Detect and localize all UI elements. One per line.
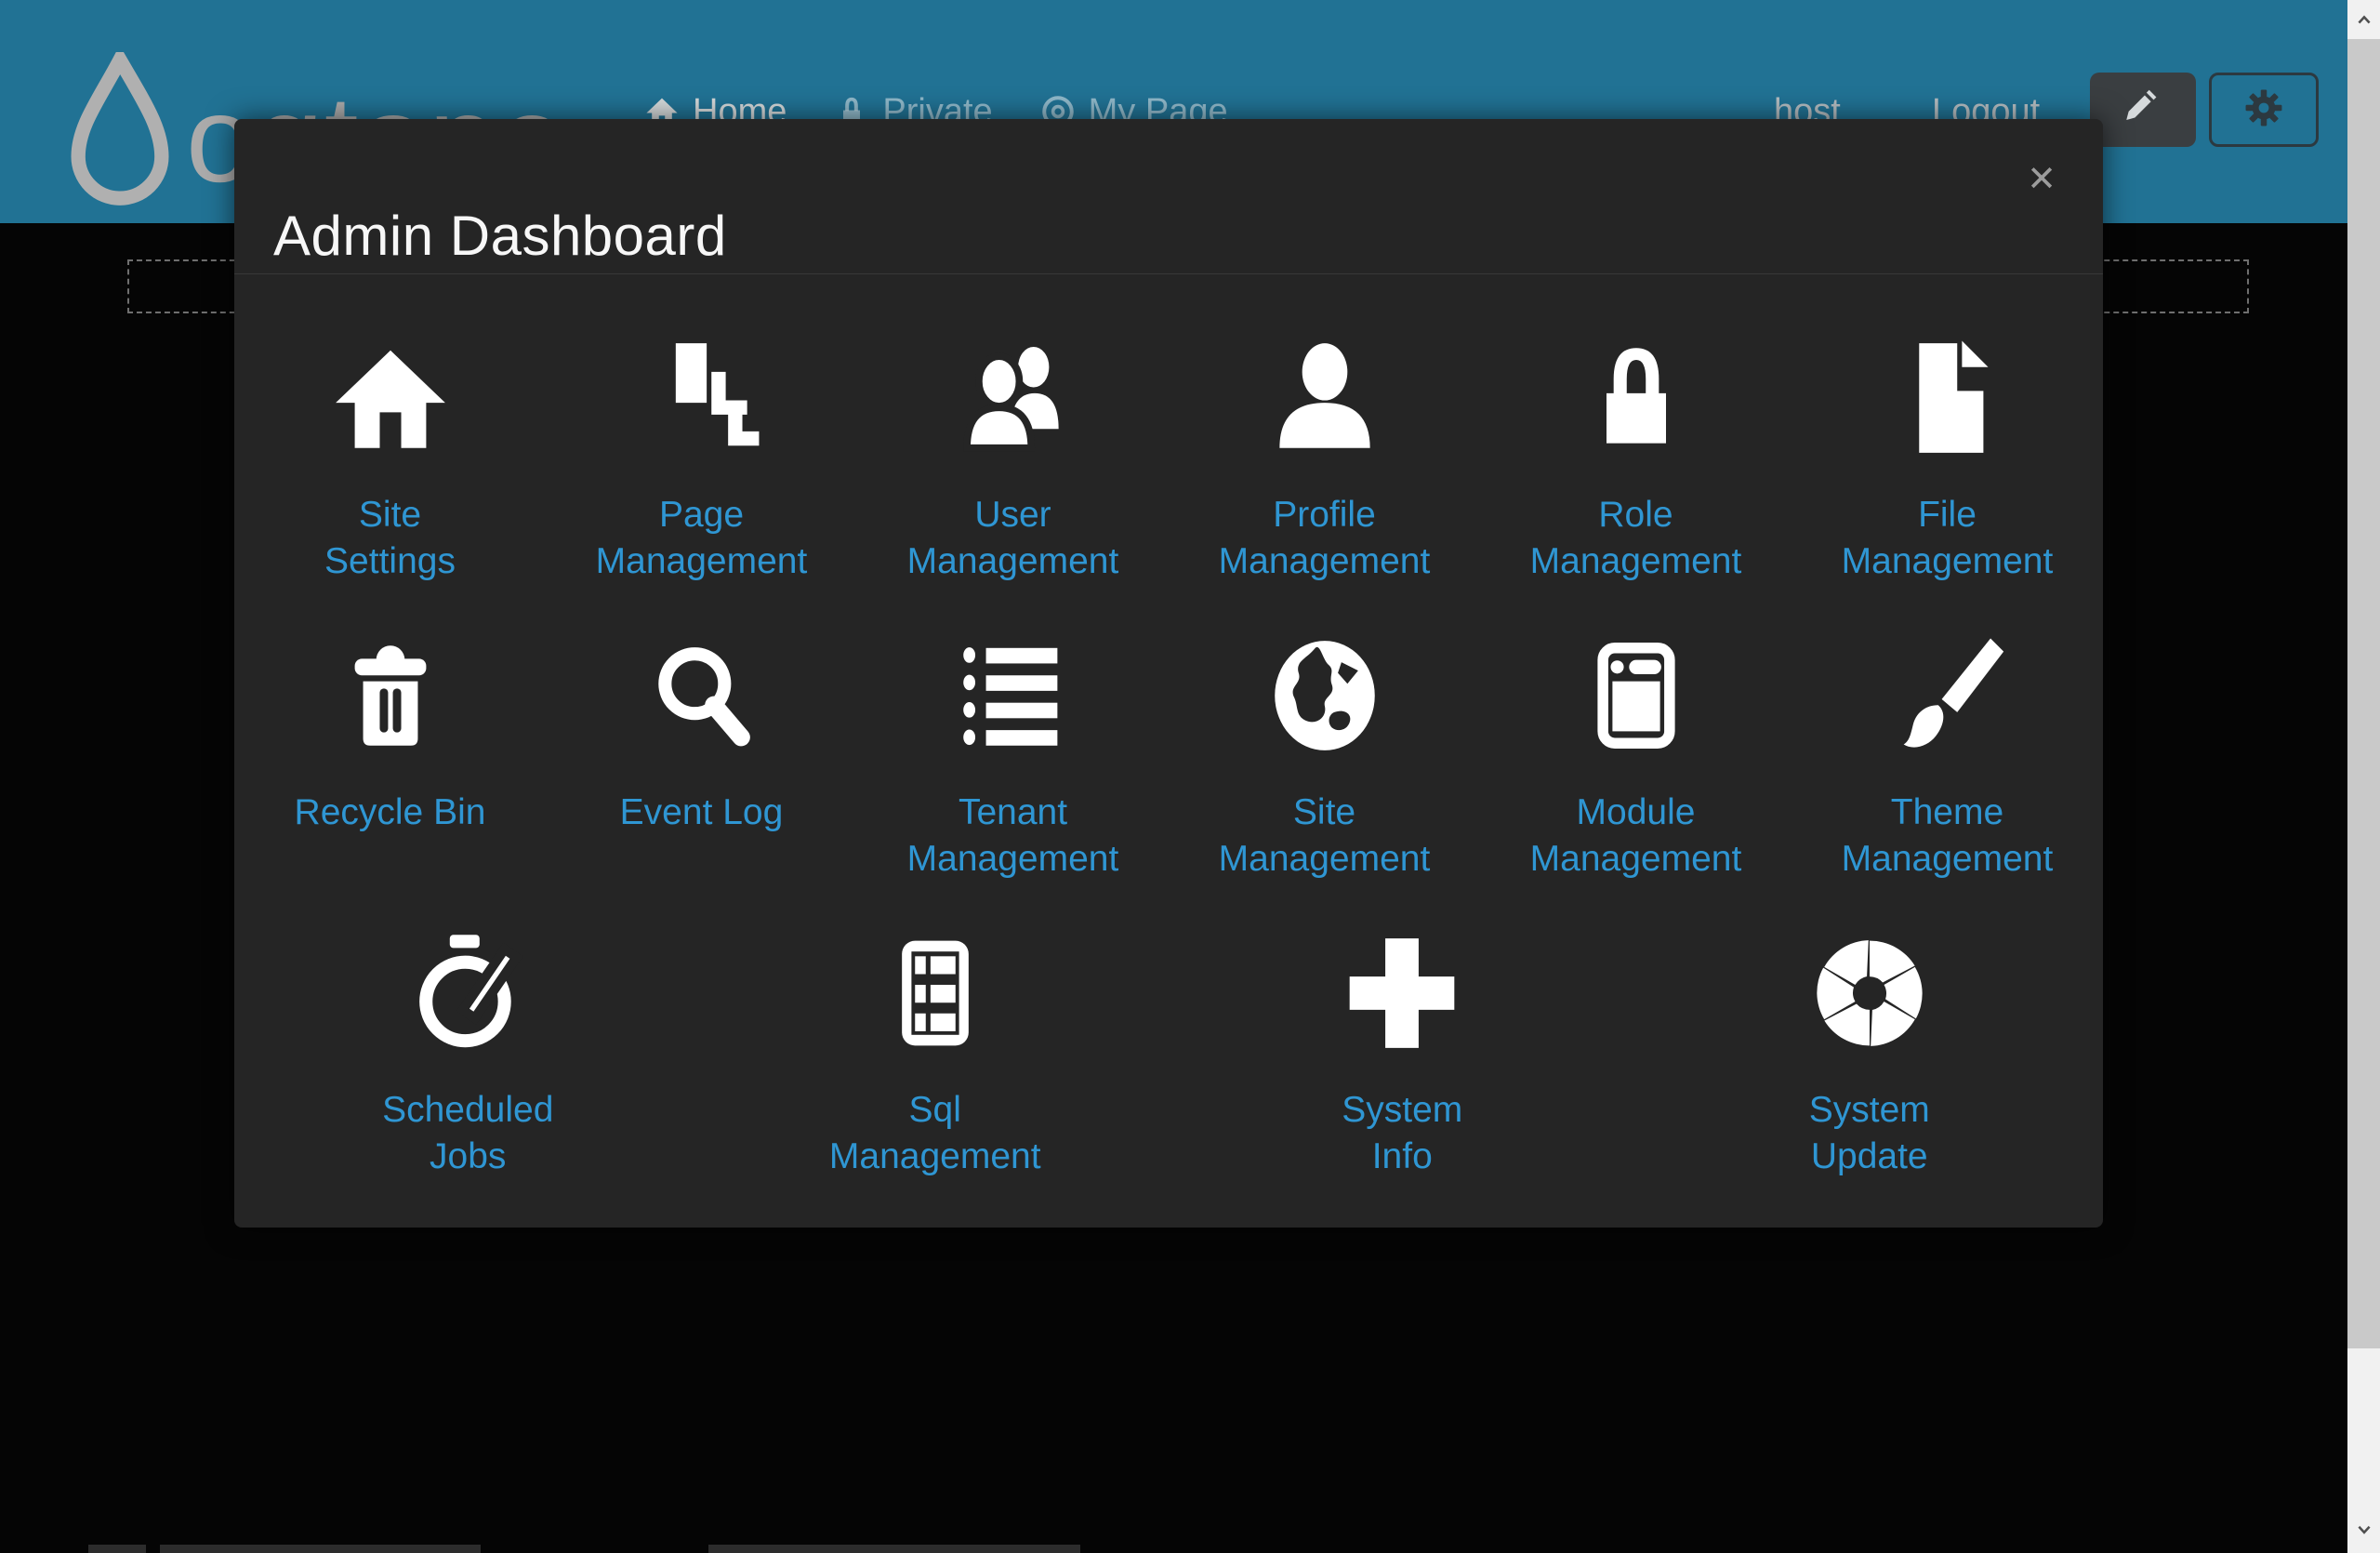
tile-label: UserManagement [907, 492, 1119, 585]
tile-tenant-management[interactable]: TenantManagement [857, 626, 1169, 923]
tile-row-3: ScheduledJobs SqlManagement SystemInfo Syst… [234, 923, 2103, 1221]
tile-site-settings[interactable]: SiteSettings [234, 328, 546, 626]
browser-icon [1577, 626, 1696, 765]
tile-role-management[interactable]: RoleManagement [1480, 328, 1792, 626]
gear-icon [2239, 83, 2289, 138]
users-icon [954, 328, 1073, 468]
tile-label: Event Log [620, 790, 784, 836]
home-icon [331, 328, 450, 468]
chevron-down-icon [2354, 1522, 2374, 1537]
edit-mode-button[interactable] [2090, 73, 2196, 147]
clipped-footer-text [88, 1545, 146, 1553]
tile-site-management[interactable]: SiteManagement [1169, 626, 1480, 923]
modal-body: SiteSettings PageManagement UserManagement… [234, 274, 2103, 1221]
tile-label: SystemInfo [1342, 1087, 1462, 1180]
file-icon [1888, 328, 2007, 468]
tile-label: TenantManagement [907, 790, 1119, 883]
modal-title: Admin Dashboard [273, 204, 727, 268]
globe-icon [1265, 626, 1384, 765]
vertical-scrollbar[interactable] [2347, 0, 2380, 1553]
tile-scheduled-jobs[interactable]: ScheduledJobs [234, 923, 702, 1221]
tile-label: SqlManagement [829, 1087, 1041, 1180]
modal-header: Admin Dashboard ✕ [234, 119, 2103, 274]
pages-icon [642, 328, 761, 468]
lock-icon [1577, 328, 1696, 468]
tile-sql-management[interactable]: SqlManagement [702, 923, 1170, 1221]
trash-icon [331, 626, 450, 765]
tile-label: RoleManagement [1530, 492, 1742, 585]
close-icon[interactable]: ✕ [2027, 162, 2056, 197]
aperture-icon [1810, 923, 1929, 1063]
admin-dashboard-modal: Admin Dashboard ✕ SiteSettings PageManage… [234, 119, 2103, 1228]
person-icon [1265, 328, 1384, 468]
droplet-icon [65, 52, 175, 213]
tile-system-update[interactable]: SystemUpdate [1636, 923, 2104, 1221]
tile-recycle-bin[interactable]: Recycle Bin [234, 626, 546, 923]
pencil-icon [2121, 86, 2165, 135]
settings-button[interactable] [2209, 73, 2319, 147]
scrollbar-thumb[interactable] [2347, 39, 2380, 1348]
scroll-down-button[interactable] [2347, 1510, 2380, 1549]
tile-label: SiteManagement [1219, 790, 1431, 883]
spreadsheet-icon [876, 923, 995, 1063]
timer-icon [408, 923, 527, 1063]
clipped-footer-text [160, 1545, 481, 1553]
clipped-footer-text [708, 1545, 1080, 1553]
tile-module-management[interactable]: ModuleManagement [1480, 626, 1792, 923]
tile-label: ScheduledJobs [382, 1087, 553, 1180]
tile-theme-management[interactable]: ThemeManagement [1792, 626, 2103, 923]
tile-row-2: Recycle Bin Event Log TenantManagement Site… [234, 626, 2103, 923]
scroll-up-button[interactable] [2347, 0, 2380, 39]
chevron-up-icon [2354, 12, 2374, 27]
tile-label: FileManagement [1842, 492, 2054, 585]
tile-profile-management[interactable]: ProfileManagement [1169, 328, 1480, 626]
tile-label: ModuleManagement [1530, 790, 1742, 883]
paintbrush-icon [1888, 626, 2007, 765]
tile-label: SiteSettings [324, 492, 456, 585]
tile-label: PageManagement [596, 492, 808, 585]
plus-icon [1342, 923, 1461, 1063]
tile-label: ProfileManagement [1219, 492, 1431, 585]
list-icon [954, 626, 1073, 765]
tile-label: SystemUpdate [1809, 1087, 1930, 1180]
tile-system-info[interactable]: SystemInfo [1169, 923, 1636, 1221]
tile-file-management[interactable]: FileManagement [1792, 328, 2103, 626]
tile-label: ThemeManagement [1842, 790, 2054, 883]
tile-event-log[interactable]: Event Log [546, 626, 857, 923]
tile-page-management[interactable]: PageManagement [546, 328, 857, 626]
tile-row-1: SiteSettings PageManagement UserManagement… [234, 328, 2103, 626]
tile-user-management[interactable]: UserManagement [857, 328, 1169, 626]
magnifier-icon [642, 626, 761, 765]
tile-label: Recycle Bin [295, 790, 486, 836]
